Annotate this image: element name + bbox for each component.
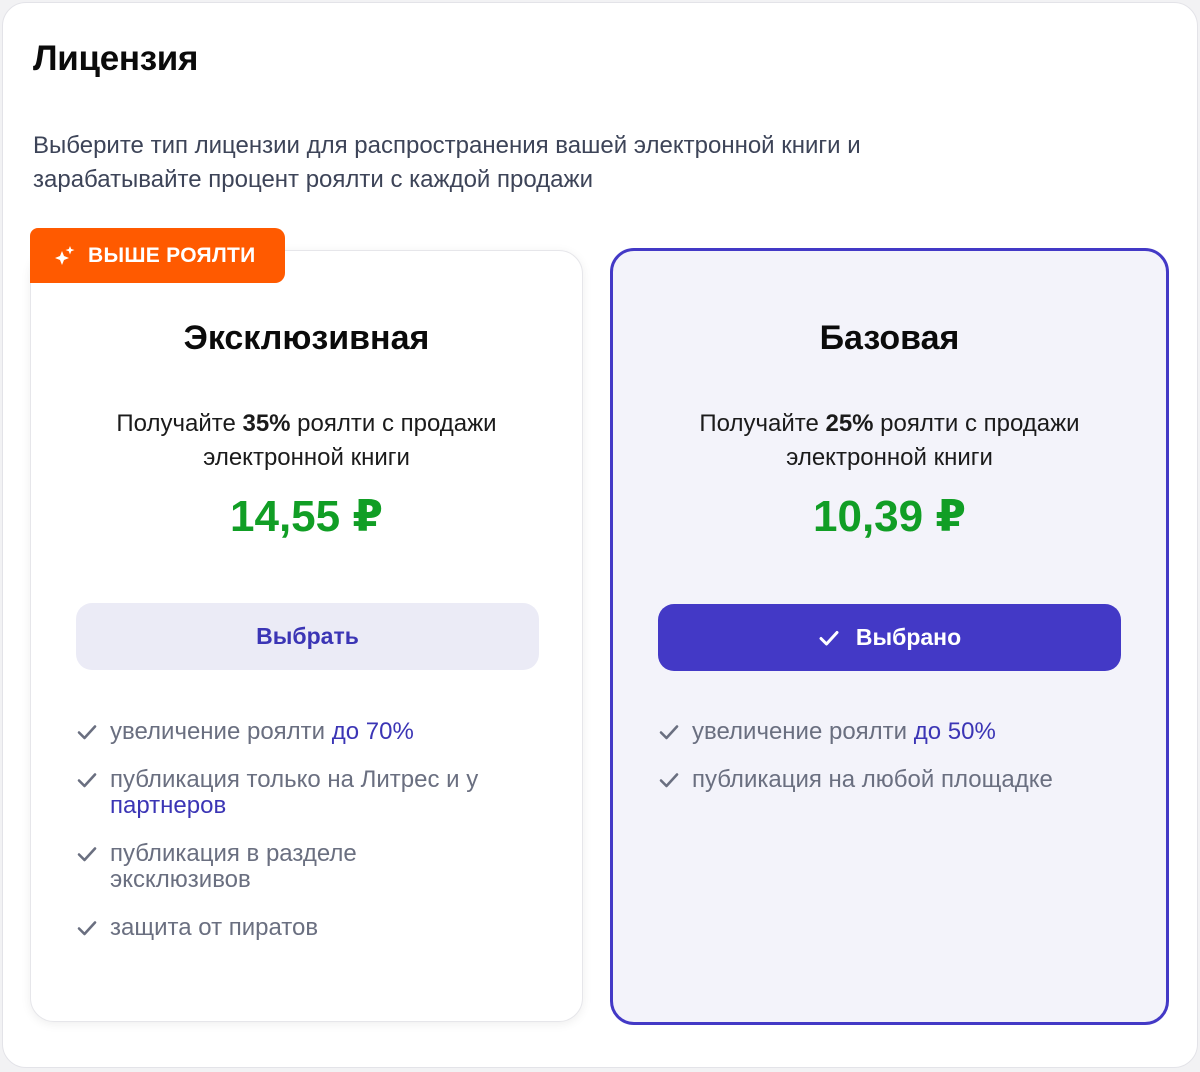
feature-text: увеличение роялти bbox=[110, 718, 332, 745]
badge-label: ВЫШЕ РОЯЛТИ bbox=[88, 243, 256, 267]
select-button[interactable]: Выбрать bbox=[76, 603, 539, 670]
price: 10,39 ₽ bbox=[813, 492, 966, 541]
feature-text: защита от пиратов bbox=[110, 914, 319, 941]
higher-royalty-badge: ВЫШЕ РОЯЛТИ bbox=[30, 228, 285, 283]
feature-list: увеличение роялти до 50% публикация на л… bbox=[658, 719, 1136, 815]
feature-text: публикация на любой площадке bbox=[692, 766, 1053, 793]
feature-text: увеличение роялти bbox=[692, 718, 914, 745]
check-icon bbox=[77, 773, 97, 788]
selected-button[interactable]: Выбрано bbox=[658, 604, 1121, 671]
partners-link[interactable]: партнеров bbox=[110, 792, 226, 819]
card-description: Получайте 25% роялти с продажи электронн… bbox=[653, 407, 1126, 475]
check-icon bbox=[77, 725, 97, 740]
card-title: Эксклюзивная bbox=[183, 319, 430, 357]
check-icon bbox=[77, 847, 97, 862]
card-title: Базовая bbox=[819, 319, 960, 357]
list-item: публикация только на Литрес и у партнеро… bbox=[76, 767, 552, 819]
license-card-basic[interactable]: Базовая Получайте 25% роялти с продажи э… bbox=[610, 248, 1169, 1025]
list-item: публикация в разделе эксклюзивов bbox=[76, 841, 552, 893]
list-item: увеличение роялти до 70% bbox=[76, 719, 552, 745]
card-description: Получайте 35% роялти с продажи электронн… bbox=[71, 407, 542, 475]
page-title: Лицензия bbox=[33, 39, 199, 78]
list-item: публикация на любой площадке bbox=[658, 767, 1136, 793]
royalty-percent: 25% bbox=[825, 410, 874, 437]
check-icon bbox=[659, 725, 679, 740]
feature-text: публикация только на Литрес и у bbox=[110, 766, 479, 793]
desc-prefix: Получайте bbox=[699, 410, 826, 437]
feature-accent: до 50% bbox=[913, 718, 996, 745]
feature-accent: до 70% bbox=[331, 718, 414, 745]
list-item: защита от пиратов bbox=[76, 915, 552, 941]
check-icon bbox=[659, 773, 679, 788]
list-item: увеличение роялти до 50% bbox=[658, 719, 1136, 745]
page-description: Выберите тип лицензии для распространени… bbox=[33, 132, 861, 193]
check-icon bbox=[77, 921, 97, 936]
royalty-percent: 35% bbox=[242, 410, 291, 437]
selected-button-label: Выбрано bbox=[855, 624, 962, 650]
feature-list: увеличение роялти до 70% публикация толь… bbox=[76, 719, 552, 963]
price: 14,55 ₽ bbox=[230, 492, 383, 541]
check-icon bbox=[819, 630, 839, 645]
sparkle-icon bbox=[55, 245, 75, 265]
desc-prefix: Получайте bbox=[116, 410, 243, 437]
license-card-exclusive[interactable]: Эксклюзивная Получайте 35% роялти с прод… bbox=[30, 250, 583, 1022]
feature-text: публикация в разделе эксклюзивов bbox=[110, 840, 357, 893]
